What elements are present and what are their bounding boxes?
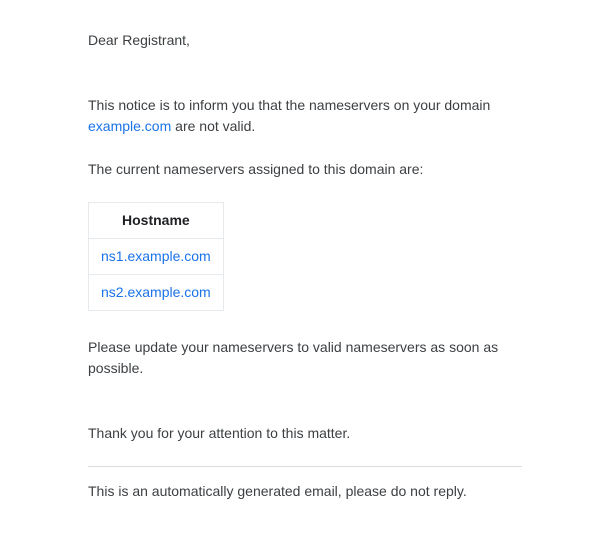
table-row: ns2.example.com <box>89 275 224 311</box>
nameserver-link[interactable]: ns2.example.com <box>101 284 211 300</box>
current-ns-label: The current nameservers assigned to this… <box>88 159 522 180</box>
update-message: Please update your nameservers to valid … <box>88 337 522 379</box>
nameserver-table: Hostname ns1.example.com ns2.example.com <box>88 202 224 311</box>
table-header-hostname: Hostname <box>89 203 224 239</box>
spacer <box>88 73 522 95</box>
intro-paragraph: This notice is to inform you that the na… <box>88 95 522 137</box>
footer-text: This is an automatically generated email… <box>88 481 522 502</box>
table-row: ns1.example.com <box>89 239 224 275</box>
intro-suffix: are not valid. <box>171 118 255 134</box>
spacer <box>88 401 522 423</box>
domain-link[interactable]: example.com <box>88 118 171 134</box>
intro-prefix: This notice is to inform you that the na… <box>88 97 490 113</box>
nameserver-link[interactable]: ns1.example.com <box>101 248 211 264</box>
thank-you: Thank you for your attention to this mat… <box>88 423 522 444</box>
divider <box>88 466 522 467</box>
greeting: Dear Registrant, <box>88 30 522 51</box>
